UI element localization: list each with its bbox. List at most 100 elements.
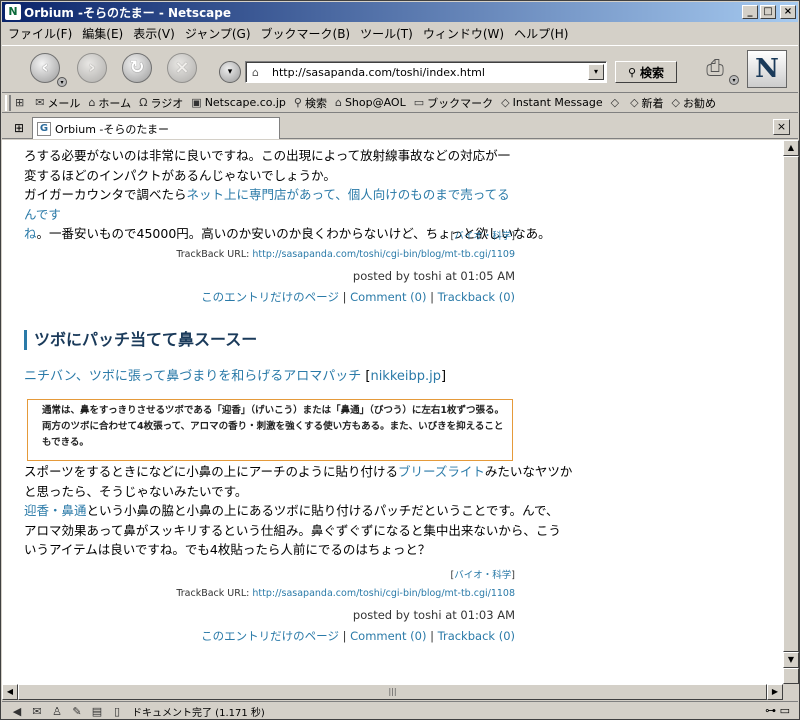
instant-messenger-icon[interactable]: ♙ — [48, 705, 66, 718]
post-2-posted: posted by toshi at 01:03 AM — [352, 608, 515, 622]
composer-icon[interactable]: ✎ — [68, 705, 86, 718]
category-link[interactable]: バイオ・科学 — [454, 570, 511, 581]
post-1-posted: posted by toshi at 01:05 AM — [352, 269, 515, 283]
breathe-right-link[interactable]: ブリーズライト — [398, 464, 485, 479]
url-bar[interactable]: ⌂ http://sasapanda.com/toshi/index.html … — [245, 61, 607, 83]
print-button[interactable]: ⎙ — [700, 54, 730, 84]
post-1-line-4: ね。一番安いもので45000円。高いのか安いのか良くわからないけど、ちょっと欲し… — [24, 226, 551, 241]
search-button[interactable]: ⚲ 検索 — [615, 61, 677, 83]
horizontal-scroll-thumb[interactable]: ||| — [18, 684, 767, 700]
vertical-scroll-thumb[interactable] — [783, 156, 799, 652]
entry-page-link[interactable]: このエントリだけのページ — [201, 629, 339, 643]
post-2-quote: 通常は、鼻をすっきりさせるツボである「迎香」（げいこう）または「鼻通」（びつう）… — [27, 399, 513, 461]
bookmark-icon: ◇ — [610, 96, 620, 109]
vertical-scrollbar[interactable]: ▲ ▼ — [783, 140, 799, 684]
tab-orbium[interactable]: G Orbium -そらのたまー — [32, 117, 280, 139]
toolbar-item-recommend[interactable]: ◇ お勧め — [672, 95, 716, 111]
close-window-button[interactable]: × — [780, 5, 796, 19]
trackback-url-link[interactable]: http://sasapanda.com/toshi/cgi-bin/blog/… — [252, 249, 515, 260]
tabs-menu-icon: ⊞ — [15, 96, 25, 109]
toolbar-item-bookmarks[interactable]: ▭ ブックマーク — [414, 95, 493, 111]
scroll-down-button[interactable]: ▼ — [783, 652, 799, 668]
back-button[interactable]: ‹ — [30, 53, 60, 83]
scroll-up-button[interactable]: ▲ — [783, 140, 799, 156]
menu-view[interactable]: 表示(V) — [133, 25, 175, 42]
new-tab-button[interactable]: ⊞ — [10, 119, 28, 137]
url-dropdown-button[interactable]: ▾ — [588, 64, 604, 80]
mail-icon[interactable]: ✉ — [28, 705, 46, 718]
netscape-throbber-icon[interactable]: N — [747, 50, 787, 88]
post-2-links: このエントリだけのページ | Comment (0) | Trackback (… — [201, 629, 515, 643]
toolbar-item-new[interactable]: ◇ 新着 — [630, 95, 663, 111]
geiger-counter-link-cont[interactable]: ね — [24, 226, 37, 241]
toolbar-item-bookmark[interactable]: ◇ — [611, 96, 622, 109]
toolbar-grip[interactable] — [5, 94, 11, 111]
page-proxy-icon[interactable]: ⌂ — [252, 66, 266, 79]
menu-tools[interactable]: ツール(T) — [360, 25, 413, 42]
title-bar: N Orbium -そらのたまー - Netscape _ □ × — [2, 2, 798, 22]
toolbar-item-shop[interactable]: ⌂ Shop@AOL — [335, 96, 406, 109]
post-1-links: このエントリだけのページ | Comment (0) | Trackback (… — [201, 290, 515, 304]
trackback-link[interactable]: Trackback (0) — [438, 290, 515, 304]
close-tab-button[interactable]: × — [773, 119, 790, 135]
menu-help[interactable]: ヘルプ(H) — [514, 25, 568, 42]
toolbar-item-home[interactable]: ⌂ ホーム — [88, 95, 131, 111]
home-icon: ⌂ — [88, 96, 96, 109]
tab-bar: ⊞ G Orbium -そらのたまー × — [2, 115, 798, 139]
acupoint-link[interactable]: 迎香・鼻通 — [24, 503, 87, 518]
comment-link[interactable]: Comment (0) — [350, 629, 426, 643]
headphones-icon: Ω — [139, 96, 148, 109]
post-2-line-3: 迎香・鼻通という小鼻の脇と小鼻の上にあるツボに貼り付けるパッチだということです。… — [24, 503, 559, 518]
menu-window[interactable]: ウィンドウ(W) — [423, 25, 504, 42]
menu-edit[interactable]: 編集(E) — [82, 25, 123, 42]
post-2-line-5: いうアイテムは良いですね。でも4枚貼ったら人前にでるのはちょっと？ — [24, 542, 431, 557]
bookmark-icon: ◇ — [671, 96, 681, 109]
search-icon: ⚲ — [293, 96, 302, 109]
my-netscape-icon: ▣ — [191, 96, 202, 109]
category-link[interactable]: バイオ・科学 — [454, 231, 511, 242]
forward-button[interactable]: › — [77, 53, 107, 83]
scroll-corner — [783, 668, 799, 684]
toolbar-item-search[interactable]: ⚲ 検索 — [294, 95, 327, 111]
toolbar-item-radio[interactable]: Ω ラジオ — [139, 95, 183, 111]
post-2-category: [バイオ・科学] — [450, 570, 515, 581]
toolbar-item-instant-message[interactable]: ◇ Instant Message — [501, 96, 602, 109]
comment-link[interactable]: Comment (0) — [350, 290, 426, 304]
post-2-line-1: スポーツをするときになどに小鼻の上にアーチのように貼り付けるブリーズライトみたい… — [24, 464, 573, 479]
source-article-link[interactable]: ニチバン、ツボに張って鼻づまりを和らげるアロマパッチ — [24, 369, 361, 384]
menu-go[interactable]: ジャンプ(G) — [185, 25, 251, 42]
toolbar-tabs-menu[interactable]: ⊞ — [15, 96, 27, 109]
back-arrow-icon: ‹ — [41, 57, 49, 78]
post-2-source: ニチバン、ツボに張って鼻づまりを和らげるアロマパッチ [nikkeibp.jp] — [24, 369, 447, 384]
post-1-body: ろする必要がないのは非常に良いですね。この出現によって放射線事故などの対応が一 … — [24, 146, 551, 244]
scroll-right-button[interactable]: ▶ — [767, 684, 783, 700]
scroll-left-button[interactable]: ◀ — [2, 684, 18, 700]
back-dropdown-button[interactable]: ▾ — [57, 77, 67, 87]
source-site-link[interactable]: nikkeibp.jp — [370, 369, 441, 384]
status-bar: ◀ ✉ ♙ ✎ ▤ ▯ ドキュメント完了 (1.171 秒) ⊶ ▭ — [2, 701, 798, 720]
sidebar-toggle-icon[interactable]: ◀ — [8, 705, 26, 718]
trackback-url-link[interactable]: http://sasapanda.com/toshi/cgi-bin/blog/… — [252, 588, 515, 599]
browser-window: N Orbium -そらのたまー - Netscape _ □ × ファイル(F… — [0, 0, 800, 720]
post-1-line-2: 変するほどのインパクトがあるんじゃないでしょうか。 — [24, 167, 336, 183]
trackback-link[interactable]: Trackback (0) — [438, 629, 515, 643]
maximize-button[interactable]: □ — [760, 5, 776, 19]
bookmark-icon: ◇ — [630, 96, 639, 109]
stop-button[interactable]: × — [167, 53, 197, 83]
url-history-dropdown[interactable]: ▾ — [219, 61, 241, 83]
search-button-label: 検索 — [640, 65, 665, 80]
url-text[interactable]: http://sasapanda.com/toshi/index.html — [272, 66, 485, 79]
reload-icon: ↻ — [129, 57, 145, 78]
reload-button[interactable]: ↻ — [122, 53, 152, 83]
address-book-icon[interactable]: ▤ — [88, 705, 106, 718]
menu-bookmarks[interactable]: ブックマーク(B) — [261, 25, 351, 42]
shop-icon: ⌂ — [334, 96, 342, 109]
toolbar-item-mail[interactable]: ✉ メール — [35, 95, 80, 111]
print-dropdown-button[interactable]: ▾ — [729, 75, 739, 85]
menu-file[interactable]: ファイル(F) — [8, 25, 72, 42]
entry-page-link[interactable]: このエントリだけのページ — [201, 290, 339, 304]
mail-icon: ✉ — [35, 96, 45, 109]
horizontal-scrollbar[interactable]: ◀ ||| ▶ — [2, 684, 783, 700]
minimize-button[interactable]: _ — [742, 5, 758, 19]
toolbar-item-netscape[interactable]: ▣ Netscape.co.jp — [191, 96, 286, 109]
